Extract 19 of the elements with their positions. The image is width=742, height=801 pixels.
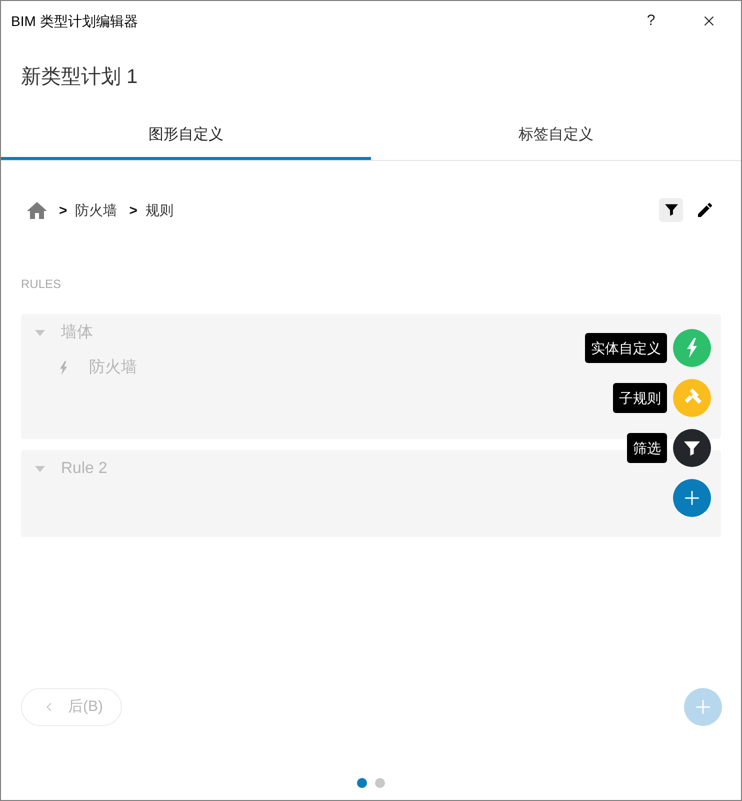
- breadcrumb-item[interactable]: 规则: [145, 200, 174, 220]
- breadcrumb-separator: >: [59, 200, 68, 220]
- home-icon[interactable]: [27, 202, 47, 218]
- breadcrumb-item[interactable]: 防火墙: [75, 200, 118, 220]
- help-button[interactable]: ?: [641, 10, 661, 32]
- filter-icon: [664, 204, 678, 216]
- lightning-icon: [687, 338, 697, 358]
- pencil-icon: [698, 203, 712, 217]
- tab[interactable]: 图形自定义: [1, 113, 371, 160]
- action-tooltip: 实体自定义: [585, 333, 667, 363]
- window-title: BIM 类型计划编辑器: [11, 12, 138, 30]
- plan-title: 新类型计划 1: [21, 65, 138, 90]
- action-tooltip: 筛选: [627, 433, 667, 463]
- filter-button[interactable]: [659, 198, 683, 222]
- rules-label: RULES: [21, 277, 62, 291]
- lightning-icon: [60, 361, 67, 375]
- tab[interactable]: 标签自定义: [371, 113, 741, 160]
- action-tooltip: 子规则: [613, 383, 667, 413]
- breadcrumb-separator: >: [129, 200, 138, 220]
